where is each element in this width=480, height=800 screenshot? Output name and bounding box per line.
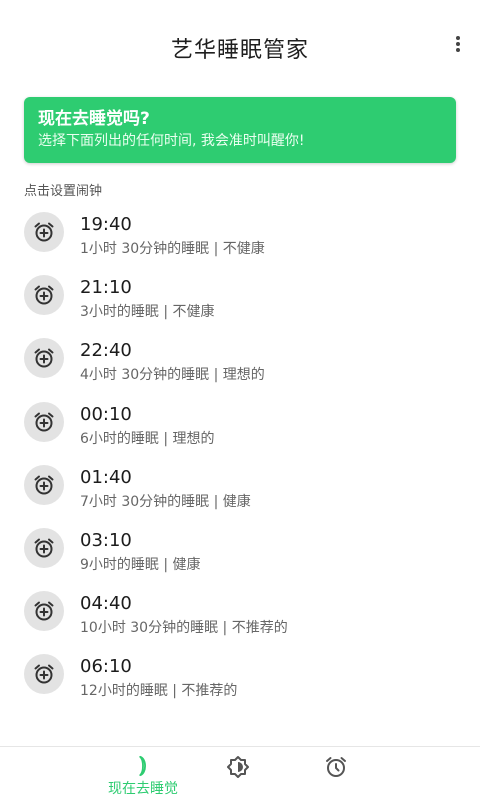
alarm-add-icon [24,464,64,505]
moon-icon [139,755,146,777]
alarm-description: 4小时 30分钟的睡眠 | 理想的 [80,367,265,384]
alarm-add-icon [24,527,64,568]
app-bar: 艺华睡眠管家 [0,0,480,96]
alarm-add-icon [24,338,64,379]
nav-alarm[interactable] [316,755,356,779]
alarm-list: 19:40 1小时 30分钟的睡眠 | 不健康 21:10 3小时的睡眠 | 不健康 2… [0,205,480,711]
alarm-text: 01:40 7小时 30分钟的睡眠 | 健康 [80,458,251,512]
alarm-item[interactable]: 04:40 10小时 30分钟的睡眠 | 不推荐的 [0,584,480,647]
alarm-add-icon [24,275,64,316]
page-title: 艺华睡眠管家 [170,38,309,63]
alarm-description: 6小时的睡眠 | 理想的 [80,430,215,447]
sleep-now-banner[interactable]: 现在去睡觉吗? 选择下面列出的任何时间, 我会准时叫醒你! [24,97,456,163]
alarm-text: 04:40 10小时 30分钟的睡眠 | 不推荐的 [80,584,288,638]
brightness-icon [227,756,249,778]
alarm-item[interactable]: 06:10 12小时的睡眠 | 不推荐的 [0,647,480,710]
alarm-text: 03:10 9小时的睡眠 | 健康 [80,521,201,575]
alarm-text: 06:10 12小时的睡眠 | 不推荐的 [80,647,237,701]
alarm-item[interactable]: 19:40 1小时 30分钟的睡眠 | 不健康 [0,205,480,268]
nav-sleep-now-label: 现在去睡觉 [108,781,178,797]
nav-brightness[interactable] [218,755,258,779]
alarm-time: 01:40 [80,466,132,488]
banner-subtitle: 选择下面列出的任何时间, 我会准时叫醒你! [38,133,305,149]
alarm-text: 22:40 4小时 30分钟的睡眠 | 理想的 [80,331,265,385]
alarm-description: 3小时的睡眠 | 不健康 [80,304,215,321]
alarm-item[interactable]: 22:40 4小时 30分钟的睡眠 | 理想的 [0,331,480,394]
alarm-description: 12小时的睡眠 | 不推荐的 [80,683,238,700]
alarm-clock-icon [326,757,346,777]
more-vert-icon[interactable] [448,34,468,54]
bottom-nav: 现在去睡觉 [0,746,480,800]
alarm-time: 21:10 [80,277,132,299]
section-label: 点击设置闹钟 [24,184,103,199]
alarm-time: 19:40 [80,214,132,235]
alarm-description: 1小时 30分钟的睡眠 | 不健康 [80,241,265,257]
alarm-description: 10小时 30分钟的睡眠 | 不推荐的 [80,620,288,637]
alarm-time: 06:10 [80,656,132,678]
alarm-item[interactable]: 03:10 9小时的睡眠 | 健康 [0,521,480,584]
alarm-text: 21:10 3小时的睡眠 | 不健康 [80,268,215,322]
alarm-item[interactable]: 00:10 6小时的睡眠 | 理想的 [0,395,480,458]
alarm-time: 00:10 [80,403,132,425]
alarm-add-icon [24,212,64,252]
banner-title: 现在去睡觉吗? [38,109,150,129]
alarm-description: 7小时 30分钟的睡眠 | 健康 [80,493,251,510]
alarm-text: 00:10 6小时的睡眠 | 理想的 [80,395,215,449]
alarm-item[interactable]: 01:40 7小时 30分钟的睡眠 | 健康 [0,458,480,521]
alarm-description: 9小时的睡眠 | 健康 [80,556,201,573]
alarm-time: 22:40 [80,340,132,362]
alarm-time: 03:10 [80,529,132,551]
alarm-item[interactable]: 21:10 3小时的睡眠 | 不健康 [0,268,480,331]
alarm-add-icon [24,401,64,442]
alarm-add-icon [24,654,64,695]
alarm-add-icon [24,591,64,632]
alarm-time: 04:40 [80,593,132,615]
nav-sleep-now[interactable]: 现在去睡觉 [100,755,186,798]
alarm-text: 19:40 1小时 30分钟的睡眠 | 不健康 [80,205,265,259]
